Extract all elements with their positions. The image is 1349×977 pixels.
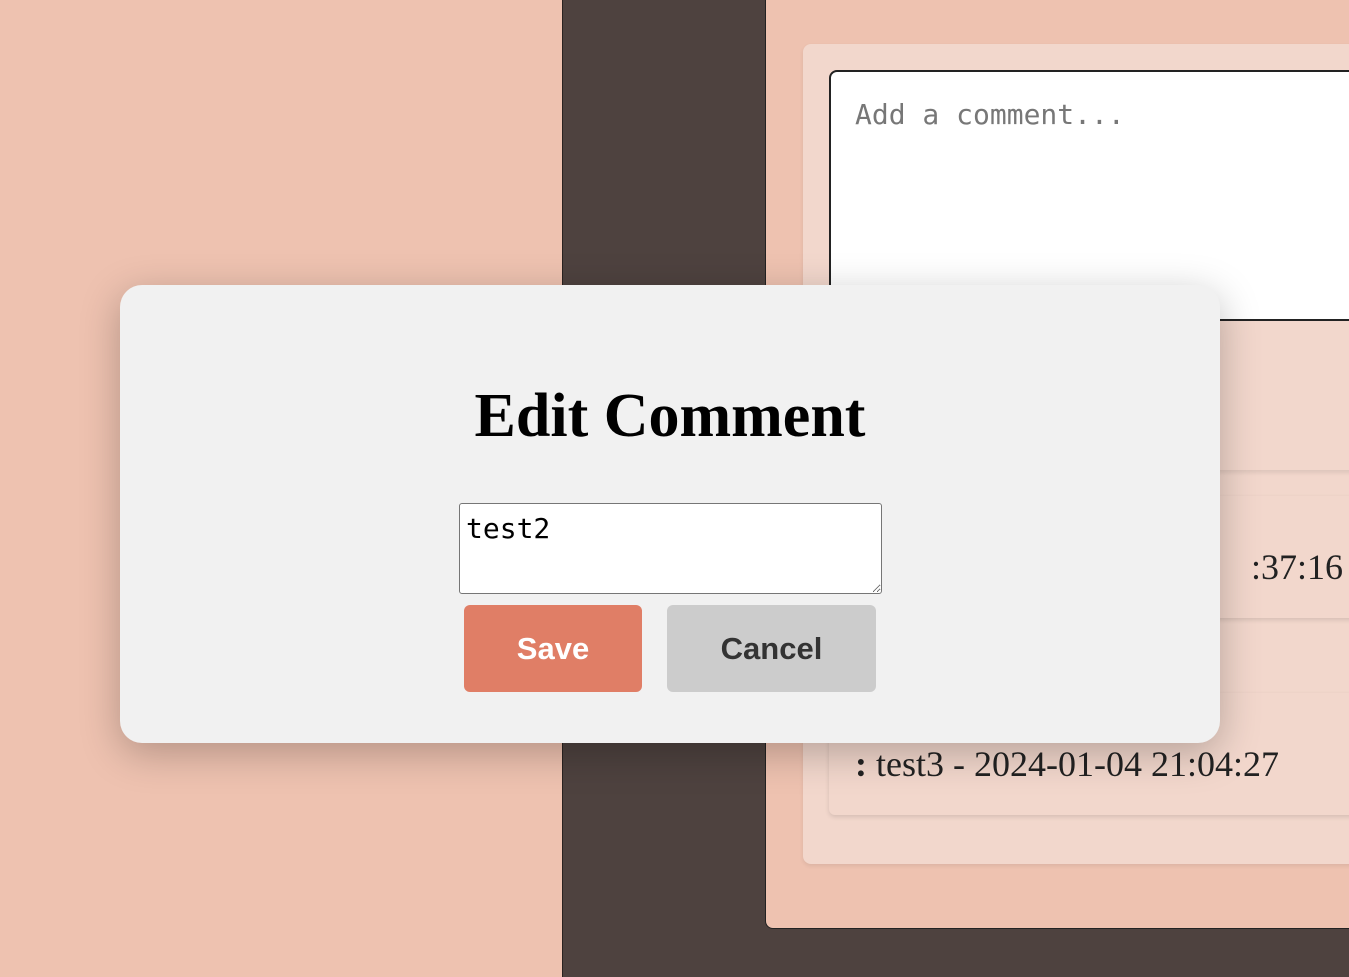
comment-text: :37:16 xyxy=(1250,547,1343,587)
save-button[interactable]: Save xyxy=(464,605,642,692)
comment-author: : xyxy=(855,744,867,784)
edit-comment-modal: Edit Comment test2 Save Cancel xyxy=(120,285,1220,743)
modal-title: Edit Comment xyxy=(474,382,866,450)
comment-input-placeholder: Add a comment... xyxy=(855,98,1125,131)
comment-body: test3 - 2024-01-04 21:04:27 xyxy=(867,744,1279,784)
edit-comment-textarea[interactable]: test2 xyxy=(459,503,882,594)
comment-text: : test3 - 2024-01-04 21:04:27 xyxy=(855,743,1279,785)
cancel-button[interactable]: Cancel xyxy=(667,605,876,692)
